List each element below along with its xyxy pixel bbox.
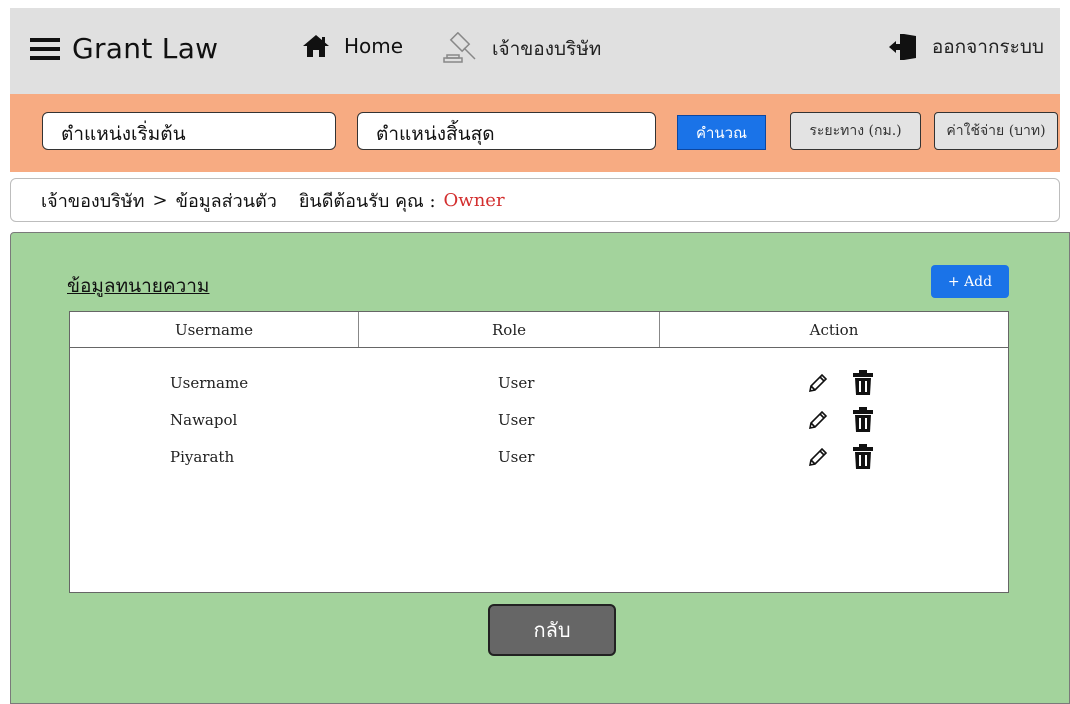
pencil-icon[interactable] — [806, 371, 830, 395]
brand[interactable]: Grant Law — [30, 32, 218, 65]
section-title: ข้อมูลทนายความ — [67, 275, 210, 297]
cell-role: User — [498, 447, 535, 466]
welcome-user: Owner — [443, 189, 505, 211]
gavel-icon — [442, 32, 478, 66]
hamburger-icon[interactable] — [30, 37, 60, 61]
welcome-text: ยินดีต้อนรับ คุณ : — [298, 190, 436, 212]
pencil-icon[interactable] — [806, 445, 830, 469]
nav-owner-label: เจ้าของบริษัท — [492, 38, 602, 60]
cell-username: Username — [170, 373, 249, 392]
logout-label: ออกจากระบบ — [931, 36, 1044, 58]
start-location-input[interactable]: ตำแหน่งเริ่มต้น — [42, 112, 336, 150]
pencil-icon[interactable] — [806, 408, 830, 432]
cell-username: Piyarath — [170, 447, 235, 466]
route-bar: ตำแหน่งเริ่มต้น ตำแหน่งสิ้นสุด คำนวณ ระย… — [10, 94, 1060, 172]
column-header-action: Action — [809, 320, 859, 339]
trash-icon[interactable] — [852, 369, 874, 396]
cell-username: Nawapol — [170, 410, 238, 429]
main-panel: ข้อมูลทนายความ + Add Username Role Actio… — [10, 232, 1070, 704]
top-nav-bar: Grant Law Home เจ้าของบริษัท ออกจากระบบ — [10, 8, 1060, 94]
breadcrumb-separator: > — [152, 189, 168, 211]
breadcrumb-parent[interactable]: เจ้าของบริษัท — [41, 186, 145, 215]
lawyers-table: Username Role Action Username User Nawap… — [69, 311, 1009, 593]
nav-home[interactable]: Home — [302, 34, 403, 58]
column-header-role: Role — [359, 312, 660, 347]
cell-role: User — [498, 373, 535, 392]
column-header-username: Username — [70, 312, 359, 347]
end-location-input[interactable]: ตำแหน่งสิ้นสุด — [357, 112, 656, 150]
breadcrumb-current: ข้อมูลส่วนตัว — [175, 190, 277, 212]
trash-icon[interactable] — [852, 443, 874, 470]
breadcrumb: เจ้าของบริษัท > ข้อมูลส่วนตัว ยินดีต้อนร… — [10, 178, 1060, 222]
logout-button[interactable]: ออกจากระบบ — [888, 32, 1044, 62]
trash-icon[interactable] — [852, 406, 874, 433]
cell-actions — [806, 443, 874, 470]
cell-actions — [806, 406, 874, 433]
logout-door-icon — [888, 33, 918, 61]
table-row: Username User — [70, 364, 1008, 401]
nav-owner[interactable]: เจ้าของบริษัท — [442, 32, 601, 66]
brand-title: Grant Law — [72, 32, 219, 65]
add-button[interactable]: + Add — [931, 265, 1009, 298]
cell-actions — [806, 369, 874, 396]
cost-button[interactable]: ค่าใช้จ่าย (บาท) — [934, 112, 1058, 150]
home-icon — [302, 34, 330, 58]
cell-role: User — [498, 410, 535, 429]
table-row: Piyarath User — [70, 438, 1008, 475]
table-body: Username User Nawapol User Piyarath User — [70, 348, 1008, 475]
calculate-button[interactable]: คำนวณ — [677, 115, 766, 150]
nav-home-label: Home — [344, 34, 404, 58]
back-button[interactable]: กลับ — [488, 604, 616, 656]
table-header: Username Role Action — [70, 312, 1008, 348]
distance-button[interactable]: ระยะทาง (กม.) — [790, 112, 921, 150]
table-row: Nawapol User — [70, 401, 1008, 438]
